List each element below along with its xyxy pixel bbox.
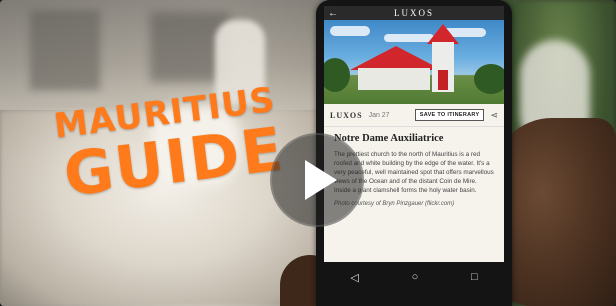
nav-back-icon[interactable]: ◁ <box>350 271 358 284</box>
phone-screen: ← LUXOS LUXOS Jan 27 SAVE TO ITINERARY ⋖ <box>324 6 504 262</box>
place-brand: LUXOS <box>330 110 363 120</box>
android-nav-bar: ◁ ○ □ <box>324 266 504 288</box>
share-icon[interactable]: ⋖ <box>490 110 498 121</box>
place-date: Jan 27 <box>368 111 390 119</box>
nav-home-icon[interactable]: ○ <box>412 271 419 283</box>
place-title: Notre Dame Auxiliatrice <box>334 133 444 144</box>
video-thumbnail[interactable]: MAURITIUS GUIDE ← LUXOS LUXOS Jan 27 SAV… <box>0 0 616 306</box>
app-top-bar: ← LUXOS <box>324 6 504 20</box>
background-window <box>30 10 100 90</box>
save-to-itinerary-button[interactable]: SAVE TO ITINERARY <box>414 109 485 121</box>
app-brand: LUXOS <box>393 8 434 18</box>
play-button[interactable] <box>270 133 364 227</box>
nav-recent-icon[interactable]: □ <box>471 271 478 283</box>
arrow-left-icon[interactable]: ← <box>324 8 342 19</box>
place-action-bar: LUXOS Jan 27 SAVE TO ITINERARY ⋖ <box>324 104 504 127</box>
play-icon <box>305 160 337 200</box>
church-photo <box>324 20 504 104</box>
